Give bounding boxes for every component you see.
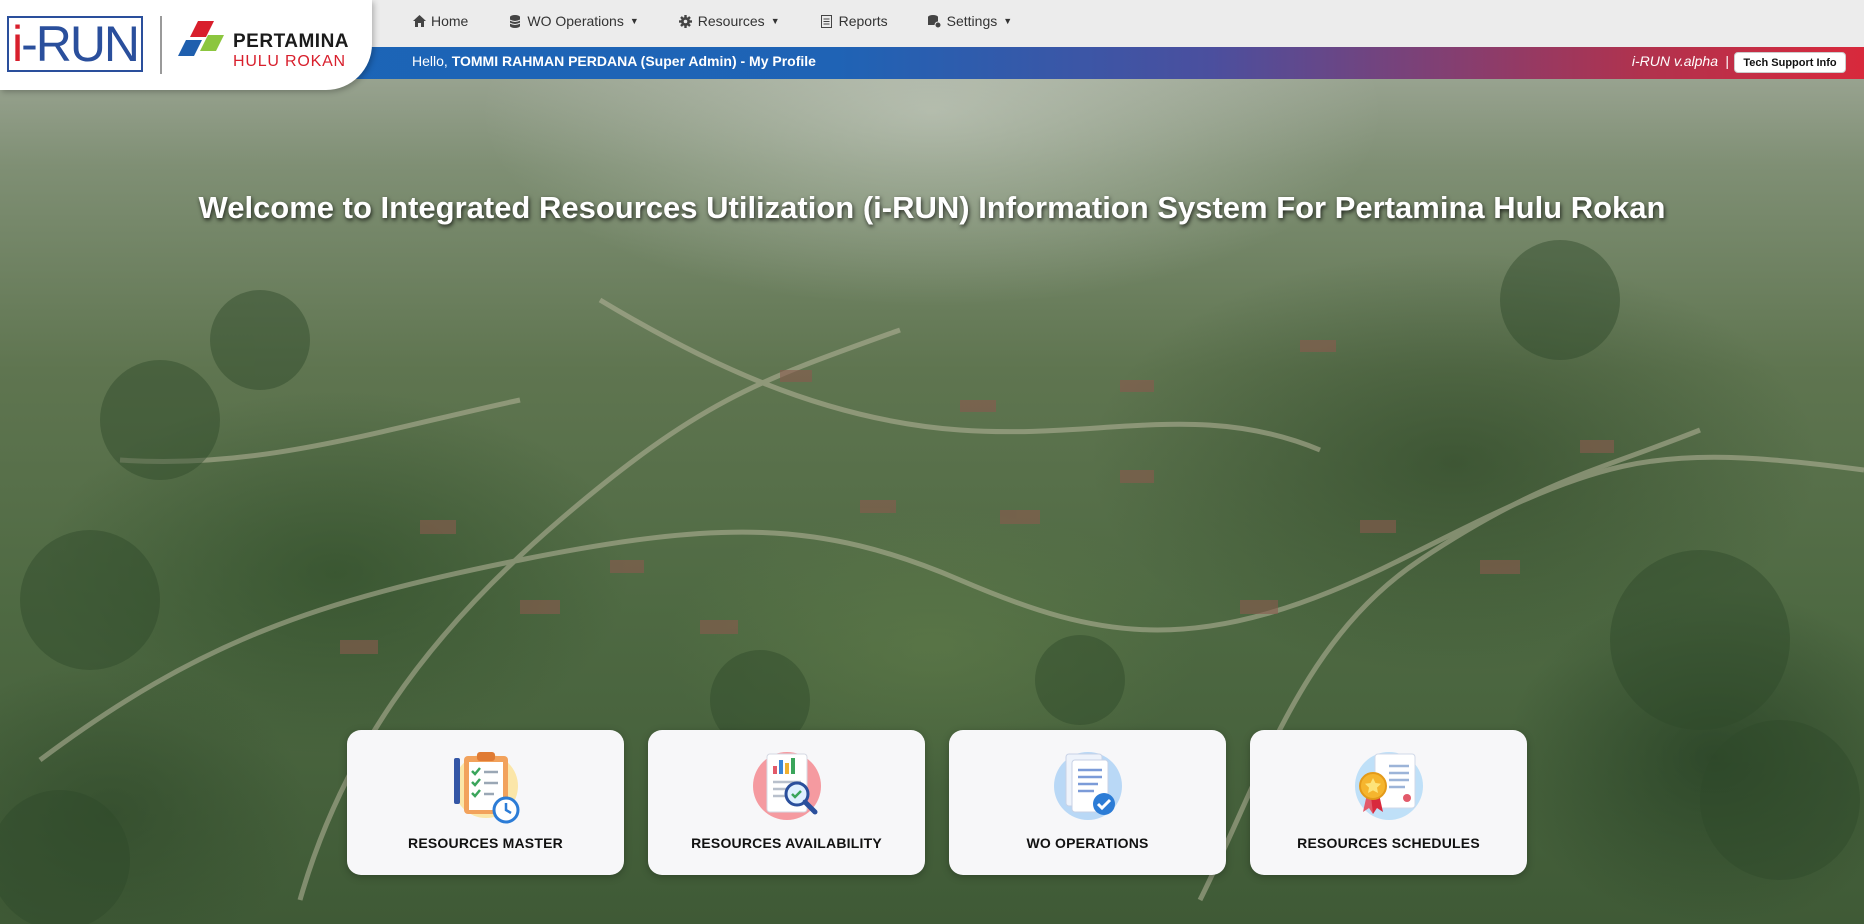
module-cards: RESOURCES MASTER RESOURCES AVAILABILITY … xyxy=(347,730,1527,875)
certificate-icon xyxy=(1354,752,1423,820)
card-resources-schedules[interactable]: RESOURCES SCHEDULES xyxy=(1250,730,1527,875)
chevron-down-icon: ▼ xyxy=(1003,16,1013,26)
main-nav: Home WO Operations ▼ Resources ▼ Reports… xyxy=(412,0,1052,42)
nav-reports[interactable]: Reports xyxy=(820,13,888,29)
nav-settings-label: Settings xyxy=(946,13,998,29)
my-profile-link[interactable]: TOMMI RAHMAN PERDANA (Super Admin) - My … xyxy=(452,53,816,69)
gear-icon xyxy=(679,14,693,28)
documents-check-icon xyxy=(1053,752,1122,820)
irun-logo-rest: -RUN xyxy=(21,16,140,72)
nav-settings[interactable]: Settings ▼ xyxy=(928,13,1013,29)
nav-wo-operations[interactable]: WO Operations ▼ xyxy=(508,13,639,29)
chevron-down-icon: ▼ xyxy=(629,16,639,26)
irun-logo-i: i xyxy=(11,16,23,72)
company-subname: HULU ROKAN xyxy=(233,53,346,70)
card-label: WO OPERATIONS xyxy=(1026,835,1149,851)
home-icon xyxy=(412,14,426,28)
card-label: RESOURCES MASTER xyxy=(408,835,563,851)
database-icon xyxy=(508,14,522,28)
nav-home-label: Home xyxy=(431,13,469,29)
clipboard-checklist-icon xyxy=(453,752,519,824)
greeting-label: Hello, xyxy=(412,53,448,69)
chevron-down-icon: ▼ xyxy=(770,16,780,26)
report-magnifier-icon xyxy=(752,752,821,820)
logo-divider xyxy=(160,16,162,74)
card-resources-availability[interactable]: RESOURCES AVAILABILITY xyxy=(648,730,925,875)
card-label: RESOURCES AVAILABILITY xyxy=(691,835,882,851)
version-separator: | xyxy=(1725,53,1729,69)
pertamina-logo-icon xyxy=(178,21,224,56)
nav-resources-label: Resources xyxy=(697,13,765,29)
card-resources-master[interactable]: RESOURCES MASTER xyxy=(347,730,624,875)
logo-panel[interactable]: i -RUN PERTAMINA HULU ROKAN xyxy=(0,0,372,90)
nav-home[interactable]: Home xyxy=(412,13,468,29)
nav-reports-label: Reports xyxy=(838,13,888,29)
nav-resources[interactable]: Resources ▼ xyxy=(679,13,780,29)
tech-support-button[interactable]: Tech Support Info xyxy=(1734,52,1846,73)
welcome-title: Welcome to Integrated Resources Utilizat… xyxy=(198,190,1666,225)
database-settings-icon xyxy=(928,14,942,28)
greeting: Hello, TOMMI RAHMAN PERDANA (Super Admin… xyxy=(412,53,816,69)
document-icon xyxy=(820,14,834,28)
company-name: PERTAMINA xyxy=(233,31,350,52)
card-wo-operations[interactable]: WO OPERATIONS xyxy=(949,730,1226,875)
card-label: RESOURCES SCHEDULES xyxy=(1297,835,1480,851)
irun-logo: i -RUN xyxy=(7,16,143,72)
nav-wo-operations-label: WO Operations xyxy=(527,13,624,29)
app-version: i-RUN v.alpha xyxy=(1631,53,1718,69)
